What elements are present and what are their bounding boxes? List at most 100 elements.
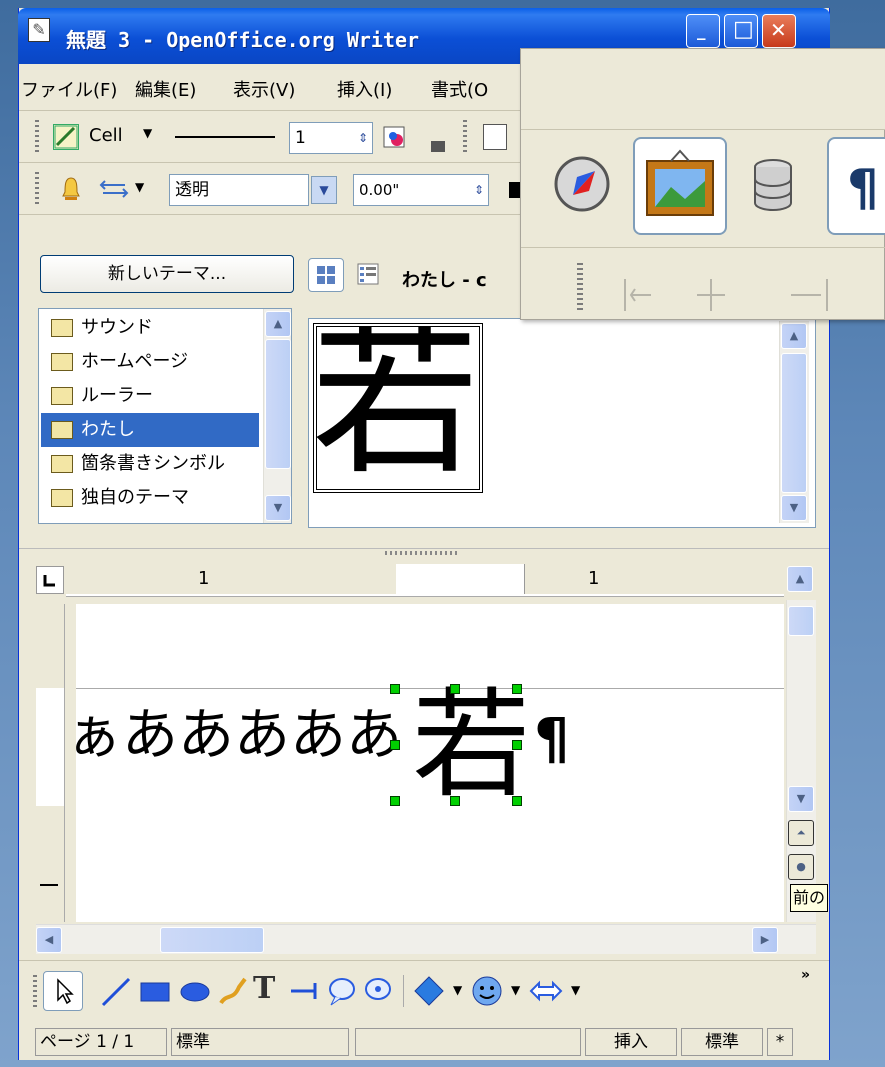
gallery-preview[interactable]: 若 ▲ ▼ <box>308 318 816 528</box>
gallery-thumbnail[interactable]: 若 <box>313 323 483 493</box>
theme-list[interactable]: サウンド ホームページ ルーラー わたし 箇条書きシンボル 独自のテーマ ▲ ▼ <box>38 308 292 524</box>
chevron-down-icon[interactable]: ▼ <box>311 176 337 204</box>
resize-handle[interactable] <box>390 740 400 750</box>
page-style[interactable]: 標準 <box>171 1028 349 1056</box>
chevron-down-icon[interactable]: ▼ <box>135 180 144 194</box>
document-vscrollbar[interactable]: ▼ ⏶ ● <box>786 600 816 922</box>
resize-handle[interactable] <box>390 796 400 806</box>
toolbar-overflow-icon[interactable] <box>431 124 445 152</box>
gallery-toggle-button[interactable] <box>633 137 727 235</box>
toolbar-grip[interactable] <box>33 975 37 1007</box>
resize-handle[interactable] <box>390 684 400 694</box>
theme-item[interactable]: ルーラー <box>41 379 259 413</box>
navigation-icon[interactable]: ● <box>788 854 814 880</box>
offset-field[interactable]: 0.00" ⇕ <box>353 174 489 206</box>
balloon-tool-icon[interactable] <box>361 973 395 1009</box>
chevron-down-icon[interactable]: ▼ <box>571 983 580 997</box>
wrap-arrows-icon[interactable] <box>99 178 129 200</box>
scroll-thumb[interactable] <box>788 606 814 636</box>
scroll-thumb[interactable] <box>265 339 291 469</box>
scroll-up-icon[interactable]: ▲ <box>265 311 291 337</box>
toolbar-grip[interactable] <box>35 120 39 154</box>
border-color-icon[interactable] <box>381 124 409 152</box>
freeform-tool-icon[interactable] <box>215 973 249 1009</box>
resize-handle[interactable] <box>450 796 460 806</box>
resize-handle[interactable] <box>512 740 522 750</box>
horizontal-ruler[interactable]: 1 1 <box>66 564 785 597</box>
wrap-icon[interactable] <box>483 124 507 150</box>
chevron-down-icon[interactable]: ▼ <box>511 983 520 997</box>
symbol-shapes-icon[interactable] <box>469 973 505 1009</box>
theme-item[interactable]: 箇条書きシンボル <box>41 447 259 481</box>
toolbar-grip[interactable] <box>35 172 39 206</box>
tab-stop-button[interactable] <box>36 566 64 594</box>
document-hscrollbar[interactable]: ◀ ▶ <box>36 924 816 954</box>
previous-page-icon[interactable]: ⏶ <box>788 820 814 846</box>
callout-tool-icon[interactable] <box>325 973 359 1009</box>
menu-format[interactable]: 書式(O <box>431 76 488 102</box>
formatting-marks-button[interactable]: ¶ <box>827 137 885 235</box>
scroll-down-icon[interactable]: ▼ <box>265 495 291 521</box>
scroll-up-icon[interactable]: ▲ <box>787 566 813 592</box>
resize-handle[interactable] <box>450 684 460 694</box>
spin-icon[interactable]: ⇕ <box>474 175 484 205</box>
minimize-button[interactable]: _ <box>686 14 720 48</box>
icon-view-button[interactable] <box>308 258 344 292</box>
scroll-down-icon[interactable]: ▼ <box>781 495 807 521</box>
rectangle-tool-icon[interactable] <box>137 975 173 1007</box>
cell-border-icon[interactable] <box>53 124 79 150</box>
openoffice-app-icon[interactable]: ✎ <box>28 18 50 42</box>
ellipse-tool-icon[interactable] <box>177 975 213 1007</box>
transparency-select[interactable]: 透明 <box>169 174 309 206</box>
scroll-thumb[interactable] <box>160 927 264 953</box>
selection-mode[interactable]: 標準 <box>681 1028 763 1056</box>
toolbar-grip[interactable] <box>463 120 467 154</box>
menu-file[interactable]: ファイル(F) <box>21 76 117 102</box>
cell-label[interactable]: Cell <box>89 125 123 146</box>
theme-item[interactable]: サウンド <box>41 311 259 345</box>
document-text[interactable]: ぁあああああ <box>66 700 402 772</box>
theme-item[interactable]: 独自のテーマ <box>41 481 259 515</box>
maximize-button[interactable]: □ <box>724 14 758 48</box>
scroll-left-icon[interactable]: ◀ <box>36 927 62 953</box>
chevron-down-icon[interactable]: ▼ <box>143 126 152 140</box>
vertical-ruler[interactable] <box>36 604 65 922</box>
basic-shapes-icon[interactable] <box>411 973 447 1009</box>
new-theme-button[interactable]: 新しいテーマ... <box>40 255 294 293</box>
document-page[interactable]: ぁあああああ 若 ¶ <box>66 604 784 922</box>
resize-handle[interactable] <box>512 796 522 806</box>
line-width-field[interactable]: 1 ⇕ <box>289 122 373 154</box>
line-tool-icon[interactable] <box>99 973 133 1009</box>
menu-insert[interactable]: 挿入(I) <box>337 76 392 102</box>
navigator-icon[interactable] <box>551 153 613 215</box>
page-indicator[interactable]: ページ 1 / 1 <box>35 1028 167 1056</box>
theme-list-scrollbar[interactable]: ▲ ▼ <box>263 309 291 523</box>
insert-mode[interactable]: 挿入 <box>585 1028 677 1056</box>
pane-splitter[interactable] <box>19 548 829 559</box>
chevron-down-icon[interactable]: ▼ <box>453 983 462 997</box>
scroll-right-icon[interactable]: ▶ <box>752 927 778 953</box>
scroll-up-icon[interactable]: ▲ <box>781 323 807 349</box>
ruler-scroll-up[interactable]: ▲ <box>786 564 816 596</box>
detail-view-button[interactable] <box>350 258 386 292</box>
dimension-tool-icon[interactable] <box>287 975 321 1007</box>
close-button[interactable]: ✕ <box>762 14 796 48</box>
menu-edit[interactable]: 編集(E) <box>135 76 196 102</box>
menu-view[interactable]: 表示(V) <box>233 76 295 102</box>
block-arrows-icon[interactable] <box>527 975 565 1007</box>
text-tool-icon[interactable]: T <box>253 971 275 1006</box>
theme-item[interactable]: ホームページ <box>41 345 259 379</box>
toolbar-grip[interactable] <box>577 263 583 313</box>
scroll-thumb[interactable] <box>781 353 807 493</box>
scroll-down-icon[interactable]: ▼ <box>788 786 814 812</box>
data-sources-icon[interactable] <box>747 155 799 217</box>
line-style-preview[interactable] <box>175 136 275 138</box>
toolbar-overflow-icon[interactable]: » <box>801 967 810 983</box>
bell-icon[interactable] <box>61 176 81 202</box>
theme-item-selected[interactable]: わたし <box>41 413 259 447</box>
preview-scrollbar[interactable]: ▲ ▼ <box>779 321 809 523</box>
ruler-label: 1 <box>588 568 600 589</box>
spin-icon[interactable]: ⇕ <box>358 123 368 153</box>
resize-handle[interactable] <box>512 684 522 694</box>
select-tool-button[interactable] <box>43 971 83 1011</box>
